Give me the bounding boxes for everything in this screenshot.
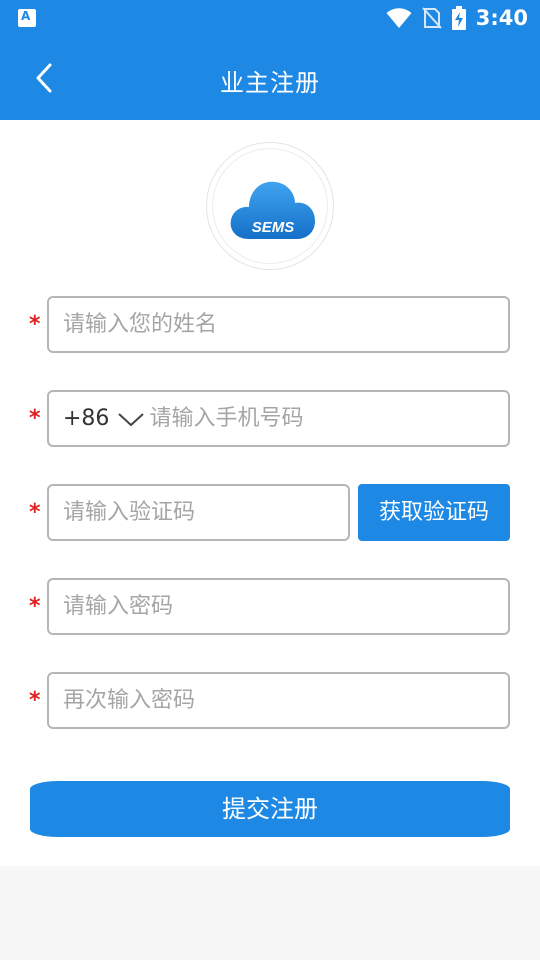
status-icons: 3:40 (386, 0, 528, 36)
required-marker: * (29, 500, 41, 525)
name-field-box (47, 296, 510, 353)
password-confirm-field-box (47, 672, 510, 729)
cloud-icon: SEMS (230, 181, 315, 239)
chevron-down-icon (118, 412, 145, 426)
password-input[interactable] (49, 580, 508, 633)
battery-charging-icon (451, 6, 466, 30)
page-title: 业主注册 (220, 69, 320, 97)
required-marker: * (29, 688, 41, 713)
password-field-box (47, 578, 510, 635)
required-marker: * (29, 312, 41, 337)
verify-code-field-box (47, 484, 350, 541)
verify-code-input[interactable] (49, 486, 348, 539)
phone-input[interactable] (147, 392, 508, 445)
required-marker: * (29, 406, 41, 431)
get-code-button[interactable]: 获取验证码 (358, 484, 510, 541)
registration-form: SEMS * * +86 * 获取验证码 * * 提交注册 (0, 120, 540, 866)
status-time: 3:40 (475, 6, 528, 30)
name-input[interactable] (49, 298, 508, 351)
submit-button[interactable]: 提交注册 (30, 781, 510, 837)
logo-text: SEMS (252, 219, 295, 236)
phone-field-box: +86 (47, 390, 510, 447)
password-confirm-input[interactable] (49, 674, 508, 727)
wifi-icon (386, 8, 412, 28)
app-logo: SEMS (206, 142, 334, 270)
required-marker: * (29, 594, 41, 619)
no-sim-icon (422, 7, 442, 29)
app-bar: 业主注册 (0, 36, 540, 120)
status-bar: 3:40 (0, 0, 540, 36)
country-code[interactable]: +86 (63, 406, 109, 431)
country-code-dropdown[interactable] (117, 409, 145, 429)
app-notification-icon (18, 9, 36, 27)
